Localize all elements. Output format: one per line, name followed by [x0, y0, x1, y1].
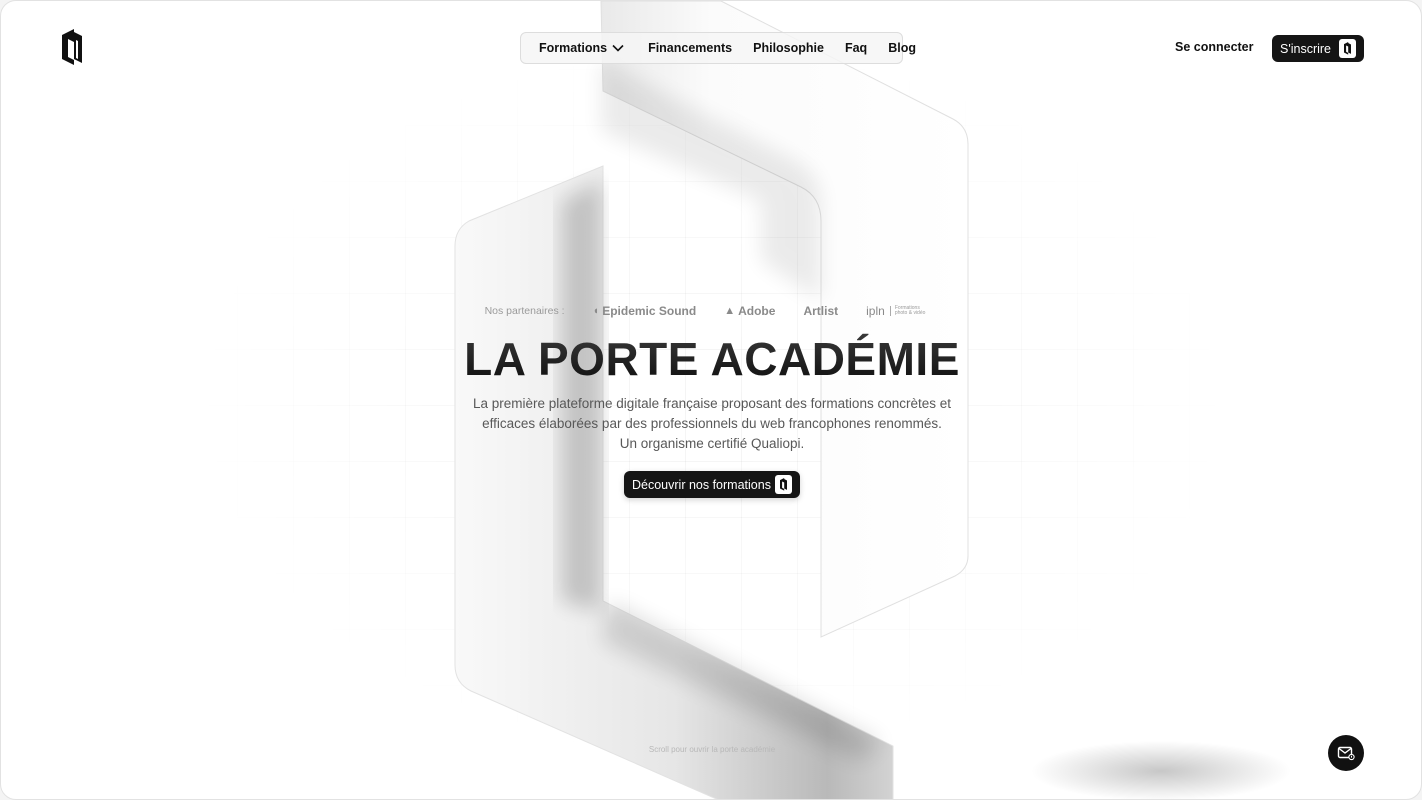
mail-icon: [1337, 746, 1355, 761]
door-badge-icon: [1339, 39, 1356, 58]
contact-mail-button[interactable]: [1328, 735, 1364, 771]
nav-item-philosophie[interactable]: Philosophie: [753, 41, 824, 55]
signup-button[interactable]: S'inscrire: [1272, 35, 1364, 62]
hero-title: LA PORTE ACADÉMIE: [1, 331, 1421, 387]
partner-ipln: ipln Formations photo & vidéo: [866, 304, 926, 318]
brand-logo-icon[interactable]: [59, 29, 85, 69]
hero-subtitle: La première plateforme digitale français…: [447, 394, 977, 454]
nav-item-financements[interactable]: Financements: [648, 41, 732, 55]
ipln-tagline: Formations photo & vidéo: [889, 306, 925, 316]
adobe-icon: ▲: [724, 305, 736, 317]
cta-label: Découvrir nos formations: [632, 477, 771, 492]
nav-item-formations[interactable]: Formations: [539, 41, 624, 55]
partner-epidemic-sound: ◖ Epidemic Sound: [592, 304, 697, 318]
partners-label: Nos partenaires :: [484, 305, 565, 317]
partner-artlist: Artlist: [803, 304, 839, 318]
nav-item-label: Formations: [539, 41, 608, 55]
epidemic-sound-icon: ◖: [592, 305, 600, 317]
scroll-hint: Scroll pour ouvrir la porte académie: [648, 745, 776, 754]
hero-subtitle-line: Un organisme certifié Qualiopi.: [619, 436, 805, 451]
partners-row: Nos partenaires : ◖ Epidemic Sound ▲ Ado…: [1, 301, 1421, 321]
discover-formations-button[interactable]: Découvrir nos formations: [624, 471, 800, 498]
door-badge-icon: [775, 475, 792, 494]
main-nav: Formations Financements Philosophie Faq …: [520, 32, 916, 64]
signup-label: S'inscrire: [1280, 41, 1332, 56]
chevron-down-icon: [612, 44, 624, 52]
partner-adobe: ▲ Adobe: [724, 304, 776, 318]
nav-item-blog[interactable]: Blog: [888, 41, 916, 55]
nav-item-faq[interactable]: Faq: [845, 41, 867, 55]
login-link[interactable]: Se connecter: [1175, 40, 1254, 54]
hero-subtitle-line: La première plateforme digitale français…: [472, 396, 951, 411]
hero-subtitle-line: efficaces élaborées par des professionne…: [482, 416, 942, 431]
page-frame: Formations Financements Philosophie Faq …: [0, 0, 1422, 800]
